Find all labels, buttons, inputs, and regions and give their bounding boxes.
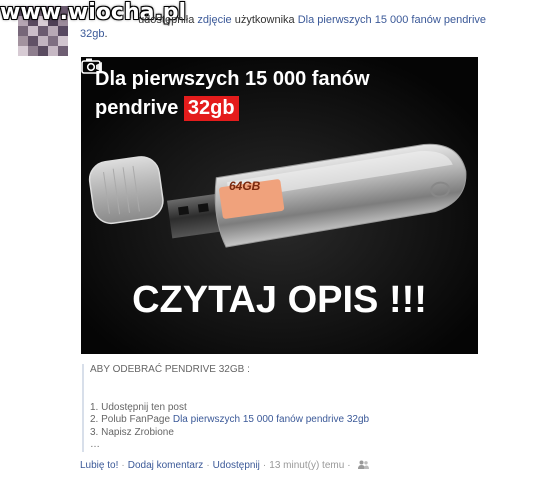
- photo-link[interactable]: zdjęcie: [197, 14, 231, 26]
- story-middle: użytkownika: [234, 14, 295, 26]
- story-verb: udostępniła: [138, 14, 195, 26]
- timestamp[interactable]: 13 minut(y) temu: [269, 460, 344, 471]
- photo-caption: CZYTAJ OPIS !!!: [132, 279, 427, 321]
- share-button[interactable]: Udostępnij: [213, 460, 260, 471]
- like-button[interactable]: Lubię to!: [80, 460, 118, 471]
- description-step-3: 3. Napisz Zrobione: [90, 426, 174, 438]
- description-step-2: 2. Polub FanPage Dla pierwszych 15 000 f…: [90, 414, 490, 427]
- description-ellipsis: …: [90, 439, 100, 450]
- photo-headline: Dla pierwszych 15 000 fanów pendrive 32g…: [95, 65, 370, 123]
- headline-line1: Dla pierwszych 15 000 fanów: [95, 68, 370, 90]
- story-suffix: .: [104, 28, 108, 40]
- post-description: ABY ODEBRAĆ PENDRIVE 32GB : 1. Udostępni…: [82, 364, 490, 452]
- description-blank: [90, 377, 490, 390]
- step-2-prefix: 2. Polub FanPage: [90, 414, 171, 425]
- description-heading: ABY ODEBRAĆ PENDRIVE 32GB :: [90, 364, 250, 375]
- headline-prefix: pendrive: [95, 97, 179, 119]
- headline-line2: pendrive 32gb: [95, 94, 370, 123]
- story-header: … udostępniła zdjęcie użytkownika Dla pi…: [80, 13, 500, 41]
- description-step-1: 1. Udostępnij ten post: [90, 401, 187, 413]
- camera-icon: [81, 58, 102, 74]
- usb-capacity-label: 64GB: [229, 179, 261, 193]
- comment-button[interactable]: Dodaj komentarz: [128, 460, 204, 471]
- shared-photo[interactable]: Dla pierwszych 15 000 fanów pendrive 32g…: [81, 57, 478, 354]
- headline-highlight: 32gb: [183, 96, 239, 121]
- fanpage-link[interactable]: Dla pierwszych 15 000 fanów pendrive 32g…: [173, 414, 369, 425]
- friends-icon[interactable]: [357, 460, 369, 469]
- post-actions: Lubię to! · Dodaj komentarz · Udostępnij · 13 …: [80, 460, 369, 472]
